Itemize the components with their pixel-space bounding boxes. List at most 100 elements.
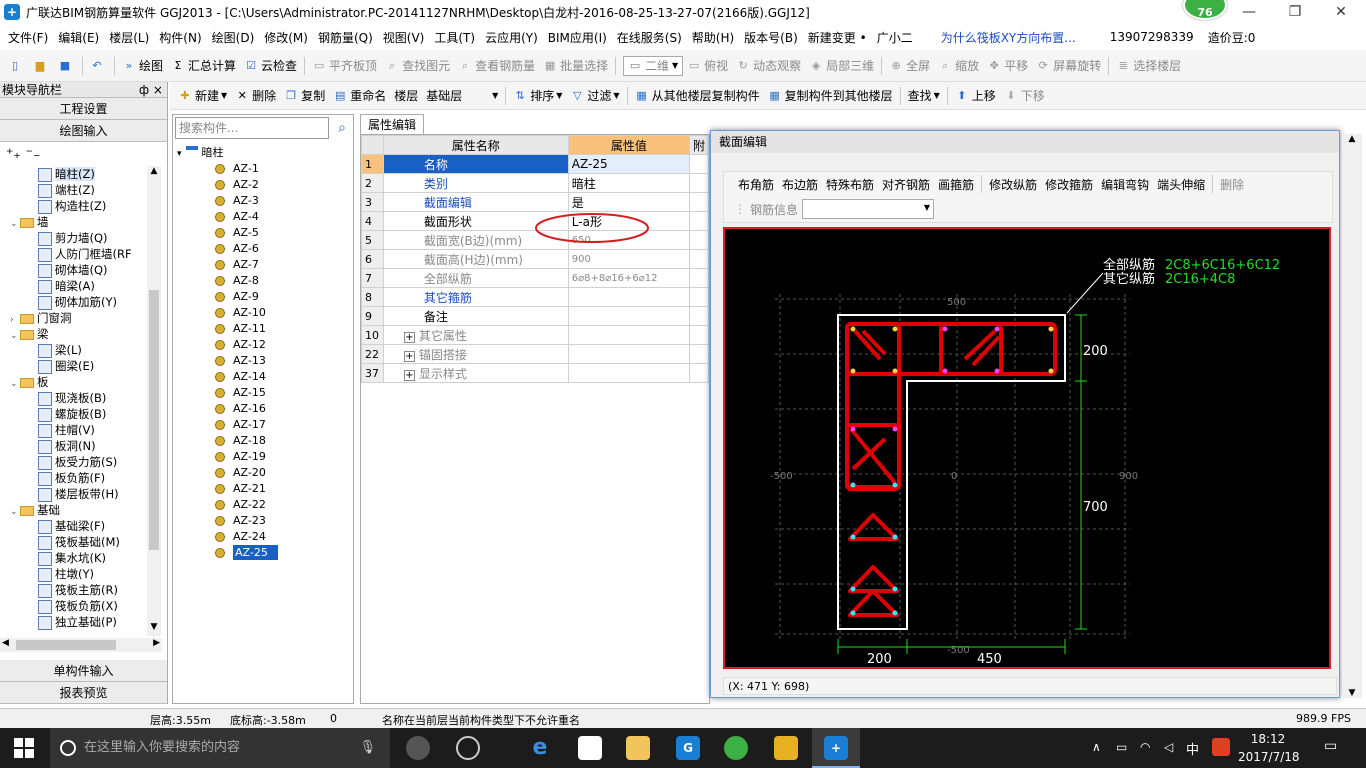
expand-icon[interactable]: + (403, 369, 415, 381)
close-button[interactable]: ✕ (1318, 0, 1364, 24)
nav-folder[interactable]: ⌄ 梁 (0, 326, 146, 342)
menu-assistant[interactable]: 广小二 (875, 29, 915, 46)
nav-item[interactable]: 螺旋板(B) (0, 406, 146, 422)
store-icon[interactable] (578, 736, 602, 760)
nav-item[interactable]: 基础梁(F) (0, 518, 146, 534)
start-windows-icon[interactable] (14, 738, 34, 758)
expand-collapse-tools[interactable]: ⁺₊ ⁻₋ (0, 142, 167, 166)
search-icon[interactable]: ⌕ (331, 117, 353, 139)
find-element-button[interactable]: ⌕ 查找图元 (381, 54, 454, 78)
tray-up-icon[interactable]: ∧ (1092, 740, 1101, 754)
component-list-item[interactable]: AZ-24 (215, 529, 266, 545)
menu-draw[interactable]: 绘图(D) (210, 29, 257, 46)
rotate-screen-button[interactable]: ⟳ 屏幕旋转 (1032, 54, 1105, 78)
section-tool-button[interactable]: 画箍筋 (934, 172, 978, 196)
copy-from-floor-button[interactable]: ▦ 从其他楼层复制构件 (631, 84, 764, 108)
property-row[interactable]: 10 + 其它属性 (361, 325, 710, 345)
menu-help[interactable]: 帮助(H) (690, 29, 736, 46)
property-row[interactable]: 3 截面编辑 是 (361, 192, 710, 212)
component-list-item[interactable]: AZ-20 (215, 465, 266, 481)
menu-cloud[interactable]: 云应用(Y) (483, 29, 540, 46)
ime-indicator[interactable]: 中 (1186, 739, 1199, 758)
nav-hscrollbar[interactable]: ◀ ▶ (0, 638, 162, 652)
nav-pin-close[interactable]: ф × (139, 82, 163, 98)
draw-button[interactable]: » 绘图 (118, 54, 167, 78)
menu-bim[interactable]: BIM应用(I) (546, 29, 609, 46)
nav-item[interactable]: 端柱(Z) (0, 182, 146, 198)
dynamic-view-button[interactable]: ↻ 动态观察 (732, 54, 805, 78)
property-value[interactable] (567, 306, 690, 326)
scroll-up-icon[interactable]: ▲ (147, 166, 161, 180)
nav-folder[interactable]: › 门窗洞 (0, 310, 146, 326)
project-settings-button[interactable]: 工程设置 (0, 98, 167, 120)
wifi-icon[interactable]: ◠ (1140, 740, 1150, 754)
nav-folder[interactable]: ⌄ 墙 (0, 214, 146, 230)
component-list-item[interactable]: AZ-16 (215, 401, 266, 417)
nav-item[interactable]: 梁(L) (0, 342, 146, 358)
nav-item[interactable]: 现浇板(B) (0, 390, 146, 406)
undo-button[interactable]: ↶ (86, 54, 111, 78)
section-tool-button[interactable]: 特殊布筋 (822, 172, 878, 196)
component-list-item[interactable]: AZ-12 (215, 337, 266, 353)
nav-item[interactable]: 暗梁(A) (0, 278, 146, 294)
copy-to-floor-button[interactable]: ▦ 复制构件到其他楼层 (764, 84, 897, 108)
edge-icon[interactable]: e (528, 736, 552, 760)
property-row[interactable]: 6 截面高(H边)(mm) 900 (361, 249, 710, 269)
report-preview-button[interactable]: 报表预览 (0, 682, 167, 704)
menu-modify[interactable]: 修改(M) (262, 29, 310, 46)
scroll-up-icon[interactable]: ▲ (1342, 134, 1362, 144)
nav-item[interactable]: 人防门框墙(RF (0, 246, 146, 262)
find-button[interactable]: 查找 ▼ (904, 84, 944, 108)
score-badge[interactable]: 76 (1183, 0, 1227, 20)
draw-input-button[interactable]: 绘图输入 (0, 120, 167, 142)
save-button[interactable]: ■ (54, 54, 79, 78)
taskbar-search-input[interactable]: 在这里输入你要搜索的内容 🎙 (50, 728, 390, 768)
scroll-right-icon[interactable]: ▶ (153, 638, 160, 648)
fullscreen-button[interactable]: ⊕ 全屏 (885, 54, 934, 78)
volume-icon[interactable]: ◁ (1164, 740, 1173, 754)
component-list-item[interactable]: AZ-18 (215, 433, 266, 449)
new-file-button[interactable]: ▯ (4, 54, 29, 78)
section-tool-button[interactable]: 端头伸缩 (1153, 172, 1209, 196)
component-list-item[interactable]: AZ-3 (215, 193, 259, 209)
menu-edit[interactable]: 编辑(E) (56, 29, 101, 46)
glodon-g-icon[interactable]: G (676, 736, 700, 760)
property-value[interactable]: 是 (567, 192, 690, 212)
batch-select-button[interactable]: ▦ 批量选择 (539, 54, 612, 78)
menu-steel[interactable]: 钢筋量(Q) (316, 29, 375, 46)
task-view-icon[interactable] (406, 736, 430, 760)
section-tool-button[interactable]: 修改箍筋 (1041, 172, 1097, 196)
copy-button[interactable]: ❐ 复制 (280, 84, 329, 108)
property-value[interactable] (567, 287, 690, 307)
nav-item[interactable]: 筏板基础(M) (0, 534, 146, 550)
property-value[interactable] (567, 363, 690, 383)
property-value[interactable]: 6⌀8+8⌀16+6⌀12 (567, 268, 690, 288)
component-search-input[interactable]: 搜索构件... (175, 117, 329, 139)
system-clock[interactable]: 18:12 2017/7/18 (1238, 730, 1300, 766)
property-row[interactable]: 2 类别 暗柱 (361, 173, 710, 193)
section-drawing[interactable]: 500 -500 0 900 -500 200 450 200 700 全部纵筋… (725, 229, 1329, 667)
green-app-icon[interactable] (724, 736, 748, 760)
tray-monitor-icon[interactable]: ▭ (1116, 740, 1127, 754)
property-row[interactable]: 7 全部纵筋 6⌀8+8⌀16+6⌀12 (361, 268, 710, 288)
user-phone[interactable]: 13907298339 (1108, 30, 1196, 44)
move-up-button[interactable]: ⬆ 上移 (951, 84, 1000, 108)
nav-item[interactable]: 板受力筋(S) (0, 454, 146, 470)
browser-360-icon[interactable] (456, 736, 480, 760)
section-tool-button[interactable]: 布角筋 (734, 172, 778, 196)
new-component-button[interactable]: ✚ 新建 ▼ (174, 84, 231, 108)
menu-new-change[interactable]: 新建变更 • (806, 29, 869, 46)
menu-component[interactable]: 构件(N) (157, 29, 203, 46)
view-mode-select[interactable]: ▭ 二维 ▼ (623, 55, 684, 76)
nav-item[interactable]: 板洞(N) (0, 438, 146, 454)
sum-calc-button[interactable]: Σ 汇总计算 (167, 54, 240, 78)
component-list-item[interactable]: AZ-15 (215, 385, 266, 401)
view-steel-button[interactable]: ⌕ 查看钢筋量 (454, 54, 539, 78)
nav-folder[interactable]: ⌄ 基础 (0, 502, 146, 518)
property-row[interactable]: 1 名称 AZ-25 (361, 154, 710, 174)
component-list-item[interactable]: AZ-17 (215, 417, 266, 433)
minimize-button[interactable]: — (1226, 0, 1272, 24)
nav-item[interactable]: 集水坑(K) (0, 550, 146, 566)
flat-board-button[interactable]: ▭ 平齐板顶 (308, 54, 381, 78)
floor-select[interactable]: 基础层 ▼ (422, 84, 502, 108)
